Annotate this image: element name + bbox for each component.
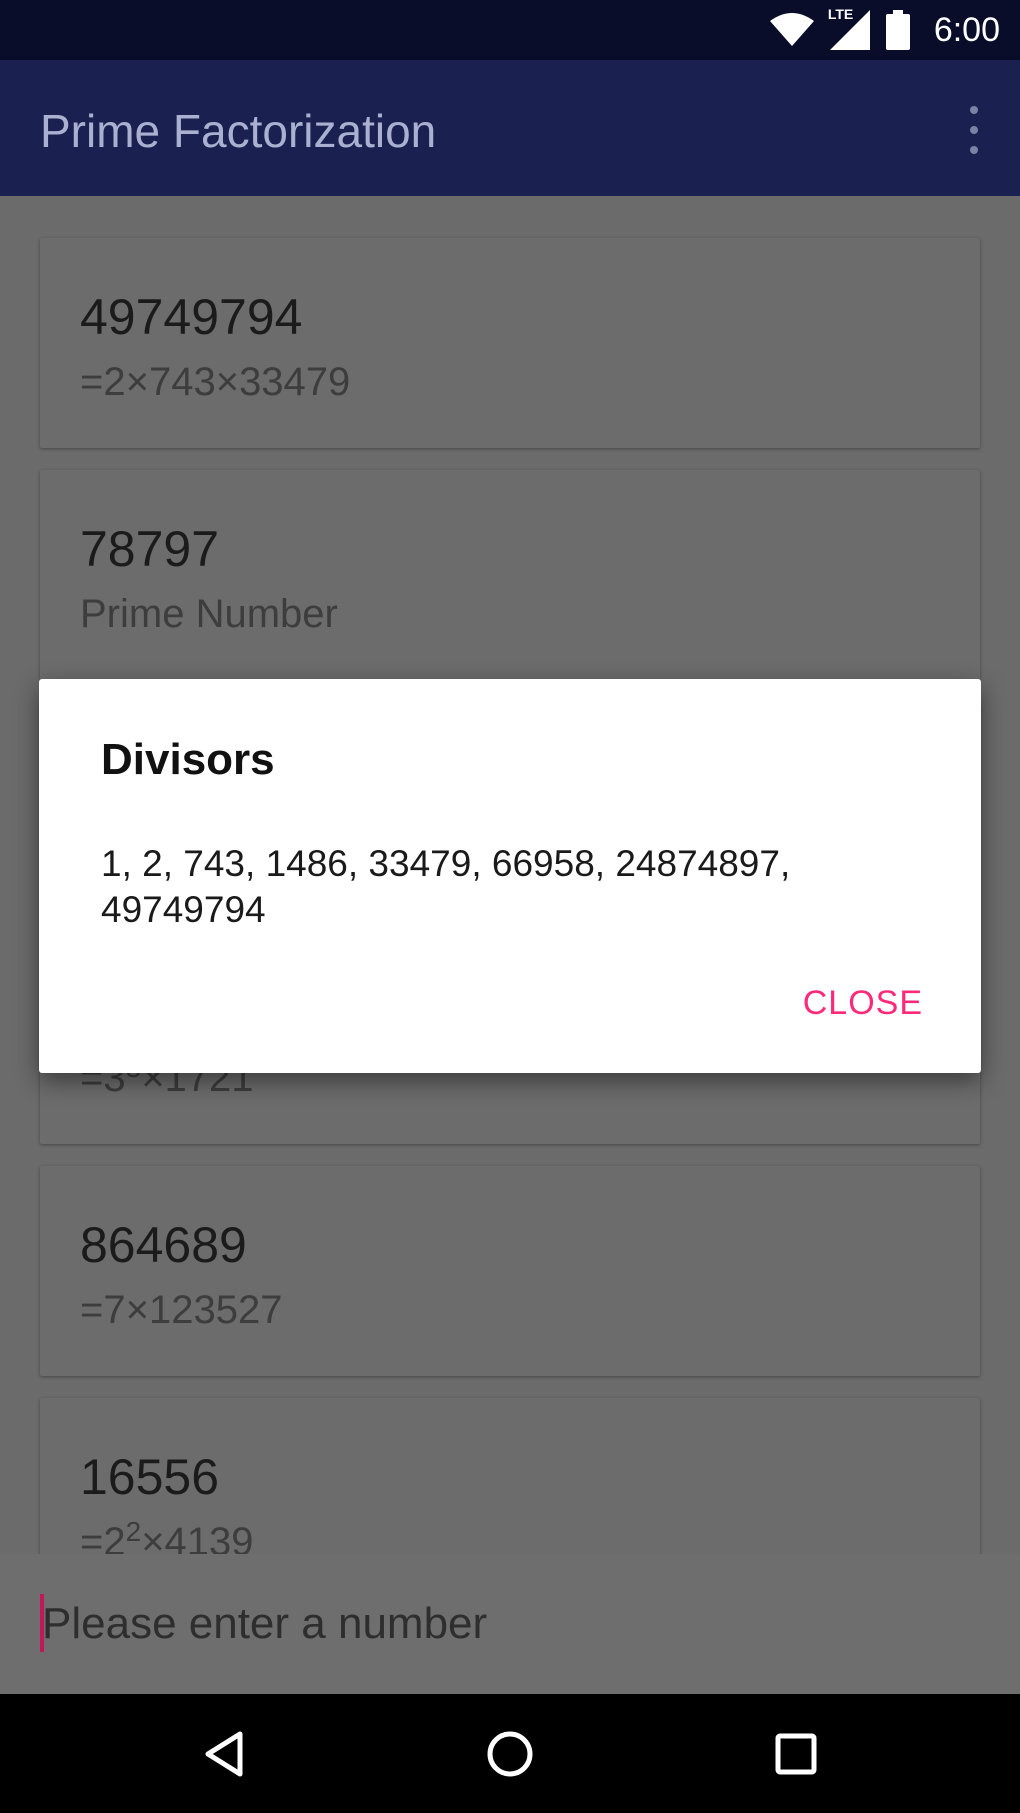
divisors-dialog: Divisors 1, 2, 743, 1486, 33479, 66958, …	[39, 679, 981, 1073]
list-item[interactable]: 49749794 =2×743×33479	[40, 238, 980, 448]
battery-icon	[885, 10, 910, 50]
more-vert-icon[interactable]	[956, 102, 992, 158]
app-bar: Prime Factorization	[0, 60, 1020, 196]
lte-signal-icon: LTE	[828, 6, 870, 50]
item-number: 864689	[80, 1217, 247, 1273]
app-title: Prime Factorization	[40, 105, 437, 157]
status-bar: LTE 6:00	[0, 0, 1020, 60]
item-number: 16556	[80, 1449, 220, 1505]
close-button[interactable]: CLOSE	[803, 984, 923, 1023]
item-number: 78797	[80, 521, 220, 577]
home-icon[interactable]	[470, 1714, 550, 1794]
result-rest: ×4139	[141, 1520, 254, 1554]
overflow-dot	[970, 126, 978, 134]
recents-icon[interactable]	[756, 1714, 836, 1794]
back-icon[interactable]	[184, 1714, 264, 1794]
list-item[interactable]: 864689 =7×123527	[40, 1166, 980, 1376]
overflow-dot	[970, 106, 978, 114]
wifi-icon	[769, 13, 814, 47]
overflow-dot	[970, 146, 978, 154]
status-time: 6:00	[933, 10, 1000, 49]
input-bar	[0, 1554, 1020, 1694]
result-exponent: 2	[125, 1516, 142, 1547]
result-base: =2	[80, 1520, 126, 1554]
dialog-title: Divisors	[101, 735, 275, 784]
item-result: =2×743×33479	[80, 360, 351, 404]
network-label: LTE	[827, 6, 854, 22]
navigation-bar	[0, 1694, 1020, 1813]
item-number: 49749794	[80, 289, 303, 345]
dialog-message: 1, 2, 743, 1486, 33479, 66958, 24874897,…	[101, 843, 791, 930]
list-item[interactable]: 78797 Prime Number	[40, 470, 980, 680]
list-item[interactable]: 16556 =22×4139	[40, 1398, 980, 1554]
status-icons: LTE 6:00	[769, 0, 1000, 60]
item-result: =22×4139	[80, 1518, 254, 1555]
number-input[interactable]	[42, 1584, 942, 1664]
item-result: Prime Number	[80, 592, 338, 636]
item-result: =7×123527	[80, 1288, 283, 1332]
